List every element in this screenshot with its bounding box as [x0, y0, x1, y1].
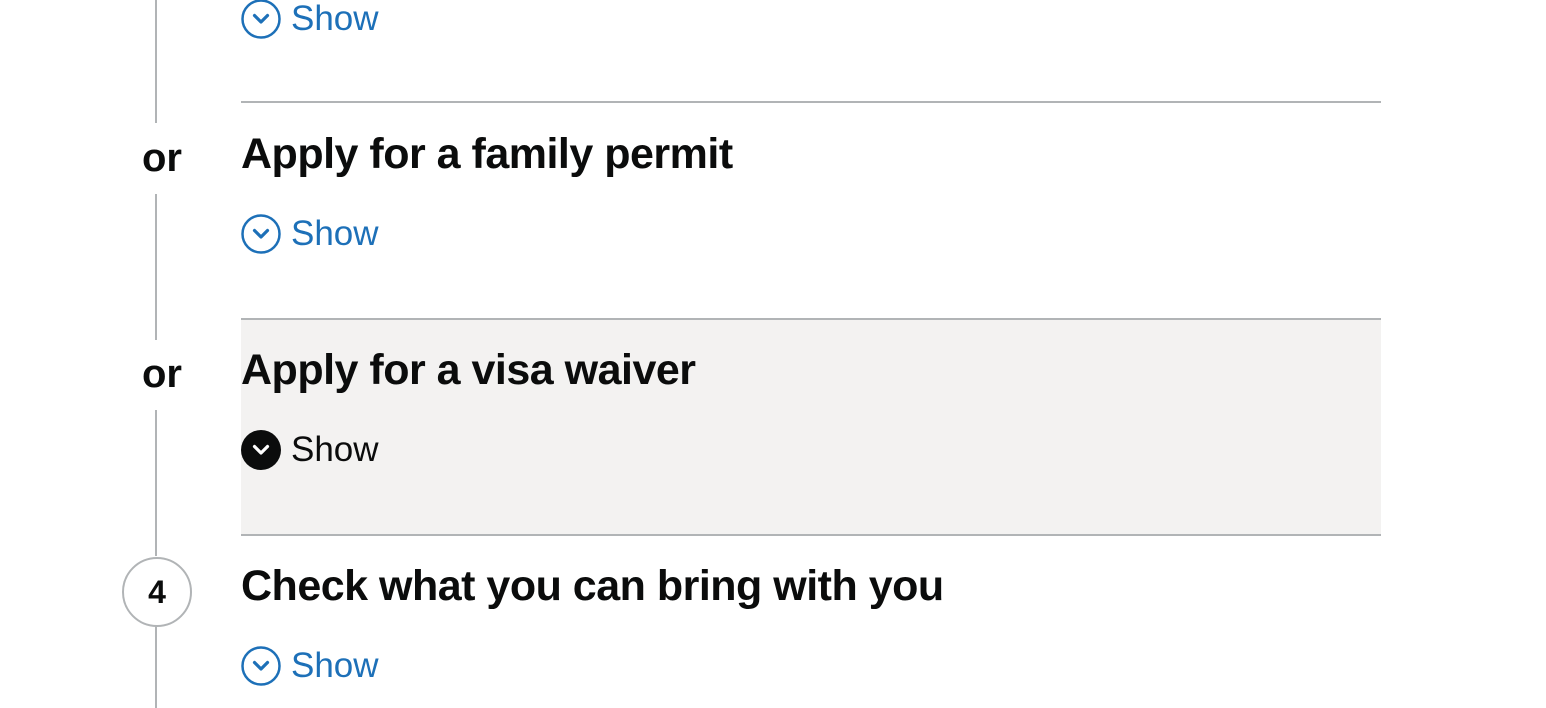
step-title-visa-waiver[interactable]: Apply for a visa waiver: [241, 344, 696, 396]
show-toggle-visa-waiver[interactable]: Show: [241, 428, 379, 472]
show-toggle-label: Show: [291, 646, 379, 685]
step-connector-line: [155, 410, 157, 556]
chevron-down-circle-icon: [241, 214, 281, 254]
show-toggle-bring-with-you[interactable]: Show: [241, 644, 379, 688]
section-divider: [241, 318, 1381, 320]
or-connector-label: or: [138, 134, 186, 182]
step-title-bring-with-you[interactable]: Check what you can bring with you: [241, 560, 944, 612]
chevron-down-circle-icon: [241, 430, 281, 470]
chevron-down-circle-icon: [241, 0, 281, 39]
step-title-family-permit[interactable]: Apply for a family permit: [241, 128, 733, 180]
chevron-down-circle-icon: [241, 646, 281, 686]
step-connector-line: [155, 0, 157, 123]
step-connector-line: [155, 624, 157, 708]
step-connector-line: [155, 194, 157, 340]
section-divider: [241, 101, 1381, 103]
show-toggle-previous-step[interactable]: Show: [241, 0, 379, 41]
step-number-badge: 4: [122, 557, 192, 627]
show-toggle-label: Show: [291, 214, 379, 253]
show-toggle-label: Show: [291, 430, 379, 469]
show-toggle-label: Show: [291, 0, 379, 38]
section-divider: [241, 534, 1381, 536]
or-connector-label: or: [138, 350, 186, 398]
show-toggle-family-permit[interactable]: Show: [241, 212, 379, 256]
step-by-step-navigation: Show or Apply for a family permit Show o…: [0, 0, 1546, 708]
